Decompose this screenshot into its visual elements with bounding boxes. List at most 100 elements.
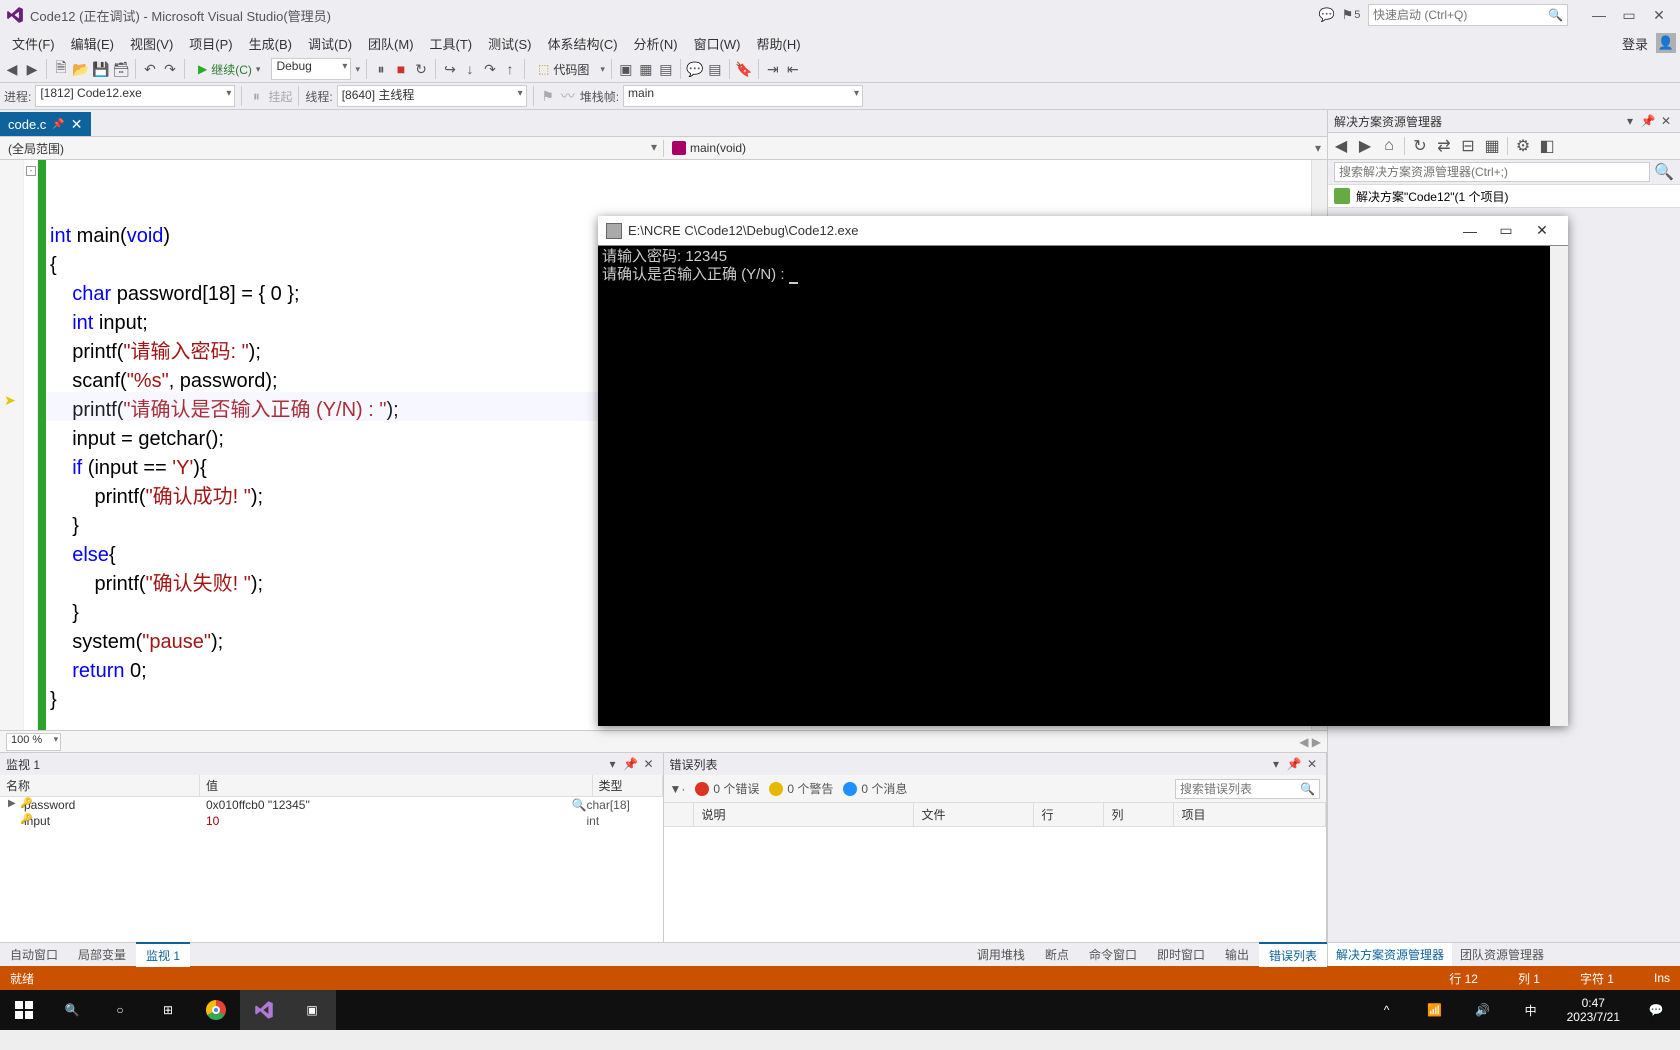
menu-team[interactable]: 团队(M) <box>360 32 422 55</box>
home-icon[interactable]: ⌂ <box>1380 137 1398 155</box>
close-button[interactable]: ✕ <box>1644 3 1674 27</box>
panel-menu-icon[interactable]: ▾ <box>1268 756 1284 772</box>
menu-file[interactable]: 文件(F) <box>4 32 63 55</box>
watch-row[interactable]: ▶🔑password 0x010ffcb0 "12345"🔍 char[18] <box>0 797 663 813</box>
panel-pin-icon[interactable]: 📌 <box>623 756 639 772</box>
close-tab-icon[interactable]: ✕ <box>71 116 83 133</box>
maximize-button[interactable]: ▭ <box>1614 3 1644 27</box>
start-button[interactable] <box>0 990 48 1030</box>
panel-pin-icon[interactable]: 📌 <box>1286 756 1302 772</box>
forward-icon[interactable]: ▶ <box>1356 137 1374 155</box>
scope-dropdown[interactable]: (全局范围) <box>0 140 664 157</box>
search-button[interactable]: 🔍 <box>48 990 96 1030</box>
panel-close-icon[interactable]: ✕ <box>641 756 657 772</box>
taskview-icon[interactable]: ⊞ <box>144 990 192 1030</box>
redo-icon[interactable]: ↷ <box>162 61 178 77</box>
codemap-button[interactable]: ⬚代码图 <box>531 58 596 80</box>
cortana-icon[interactable]: ○ <box>96 990 144 1030</box>
wifi-icon[interactable]: 📶 <box>1411 990 1459 1030</box>
fold-column[interactable]: - <box>24 160 38 730</box>
panel-pin-icon[interactable]: 📌 <box>1640 113 1656 129</box>
save-icon[interactable]: 💾 <box>93 61 109 77</box>
solution-root[interactable]: 解决方案"Code12"(1 个项目) <box>1328 184 1680 208</box>
properties-icon[interactable]: ⚙ <box>1514 137 1532 155</box>
fold-toggle-icon[interactable]: - <box>26 166 36 176</box>
tab-locals[interactable]: 局部变量 <box>68 943 136 966</box>
warnings-filter[interactable]: 0 个警告 <box>769 780 833 797</box>
quick-launch-input[interactable]: 🔍 <box>1368 4 1568 26</box>
open-icon[interactable]: 📂 <box>73 61 89 77</box>
flag-icon[interactable]: ⚑5 <box>1344 8 1358 22</box>
tab-solution[interactable]: 解决方案资源管理器 <box>1328 943 1452 966</box>
col-value[interactable]: 值 <box>200 775 593 796</box>
tab-callstack[interactable]: 调用堆栈 <box>967 943 1035 966</box>
console-window[interactable]: E:\NCRE C\Code12\Debug\Code12.exe — ▭ ✕ … <box>598 216 1568 726</box>
h-scroll-icon[interactable]: ◀ ▶ <box>1299 735 1321 749</box>
refresh-icon[interactable]: ↻ <box>1411 137 1429 155</box>
panel-close-icon[interactable]: ✕ <box>1304 756 1320 772</box>
collapse-icon[interactable]: ⊟ <box>1459 137 1477 155</box>
watch-row[interactable]: 🔑input 10 int <box>0 813 663 829</box>
comment-icon[interactable]: 💬 <box>687 61 703 77</box>
panel-close-icon[interactable]: ✕ <box>1658 113 1674 129</box>
col-proj[interactable]: 项目 <box>1174 803 1327 826</box>
tab-command[interactable]: 命令窗口 <box>1079 943 1147 966</box>
tab-breakpoints[interactable]: 断点 <box>1035 943 1079 966</box>
step-out-icon[interactable]: ↑ <box>502 61 518 77</box>
login-link[interactable]: 登录 <box>1614 32 1656 55</box>
suspend-icon[interactable]: ⏸ <box>248 88 264 104</box>
volume-icon[interactable]: 🔊 <box>1459 990 1507 1030</box>
console-min-button[interactable]: — <box>1452 218 1488 244</box>
menu-edit[interactable]: 编辑(E) <box>63 32 122 55</box>
gutter[interactable]: ➤ <box>0 160 24 730</box>
uncomment-icon[interactable]: ▤ <box>707 61 723 77</box>
back-icon[interactable]: ◀ <box>4 61 20 77</box>
frame-dropdown[interactable]: main <box>623 85 863 107</box>
clock[interactable]: 0:47 2023/7/21 <box>1555 996 1632 1025</box>
refresh-icon[interactable]: 🔍 <box>572 798 587 812</box>
col-file[interactable]: 文件 <box>914 803 1034 826</box>
pin-icon[interactable]: 📌 <box>52 119 64 130</box>
indent-icon[interactable]: ⇥ <box>765 61 781 77</box>
col-line[interactable]: 行 <box>1034 803 1104 826</box>
tb-icon2[interactable]: ▦ <box>638 61 654 77</box>
col-name[interactable]: 名称 <box>0 775 200 796</box>
expand-icon[interactable]: ▶ <box>8 798 16 809</box>
col-col[interactable]: 列 <box>1104 803 1174 826</box>
continue-button[interactable]: ▶继续(C)▾ <box>191 58 267 80</box>
showall-icon[interactable]: ▦ <box>1483 137 1501 155</box>
tab-watch[interactable]: 监视 1 <box>136 942 190 967</box>
menu-test[interactable]: 测试(S) <box>480 32 539 55</box>
vs-taskbar-icon[interactable] <box>240 990 288 1030</box>
menu-build[interactable]: 生成(B) <box>241 32 300 55</box>
forward-icon[interactable]: ▶ <box>24 61 40 77</box>
ime-icon[interactable]: 中 <box>1507 990 1555 1030</box>
console-body[interactable]: 请输入密码: 12345 请确认是否输入正确 (Y/N) : <box>598 246 1568 726</box>
menu-view[interactable]: 视图(V) <box>122 32 181 55</box>
stop-icon[interactable]: ■ <box>393 61 409 77</box>
zoom-dropdown[interactable]: 100 % <box>6 733 61 751</box>
menu-analyze[interactable]: 分析(N) <box>626 32 686 55</box>
filter-icon[interactable]: ▼· <box>670 782 686 796</box>
feedback-icon[interactable]: 💬 <box>1320 8 1334 22</box>
console-close-button[interactable]: ✕ <box>1524 218 1560 244</box>
console-taskbar-icon[interactable]: ▣ <box>288 990 336 1030</box>
menu-help[interactable]: 帮助(H) <box>749 32 809 55</box>
console-titlebar[interactable]: E:\NCRE C\Code12\Debug\Code12.exe — ▭ ✕ <box>598 216 1568 246</box>
tab-team[interactable]: 团队资源管理器 <box>1452 943 1552 966</box>
menu-window[interactable]: 窗口(W) <box>686 32 749 55</box>
thread-icon[interactable]: 〰 <box>560 88 576 104</box>
bookmark-icon[interactable]: 🔖 <box>736 61 752 77</box>
config-dropdown[interactable]: Debug <box>271 58 351 80</box>
sync-icon[interactable]: ⇄ <box>1435 137 1453 155</box>
user-icon[interactable]: 👤 <box>1656 33 1676 53</box>
console-scrollbar[interactable] <box>1550 246 1568 726</box>
tab-errorlist[interactable]: 错误列表 <box>1259 942 1327 967</box>
process-dropdown[interactable]: [1812] Code12.exe <box>35 85 235 107</box>
minimize-button[interactable]: — <box>1584 3 1614 27</box>
tab-immediate[interactable]: 即时窗口 <box>1147 943 1215 966</box>
menu-arch[interactable]: 体系结构(C) <box>539 32 625 55</box>
pause-icon[interactable]: ⏸ <box>373 61 389 77</box>
console-max-button[interactable]: ▭ <box>1488 218 1524 244</box>
errors-filter[interactable]: 0 个错误 <box>695 780 759 797</box>
